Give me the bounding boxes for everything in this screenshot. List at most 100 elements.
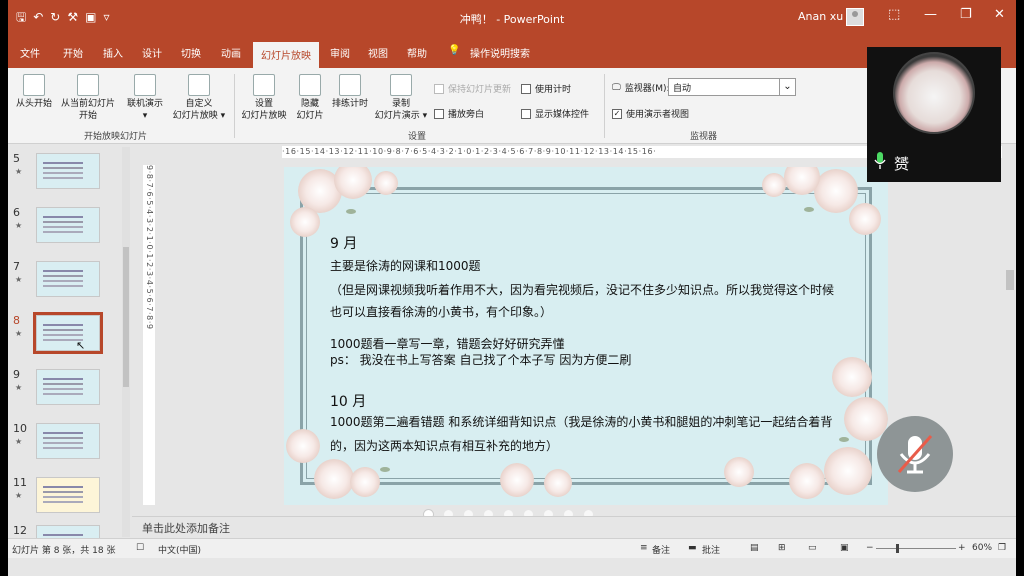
zoom-slider-handle[interactable] <box>896 544 899 553</box>
record-slideshow-button[interactable]: 录制 幻灯片演示 ▾ <box>370 74 432 122</box>
use-timings-checkbox[interactable]: 使用计时 <box>521 82 571 95</box>
animation-star-icon: ★ <box>15 221 23 230</box>
zoom-slider[interactable] <box>876 548 956 549</box>
stopwatch-icon <box>339 74 361 96</box>
slide-editor: ·16·15·14·13·12·11·10·9·8·7·6·5·4·3·2·1·… <box>132 145 1002 519</box>
presenter-view-checkbox[interactable]: ✓ 使用演示者视图 <box>612 107 689 120</box>
title-bar: 🖫 ↶ ↻ ⚒ ▣ ▿ 冲鸭！ - PowerPoint Anan xu ⬚ —… <box>8 0 1016 38</box>
notes-button[interactable]: 备注 <box>652 543 670 556</box>
slide-heading-oct: 10 月 <box>330 394 367 410</box>
keep-updated-checkbox[interactable]: 保持幻灯片更新 <box>434 82 511 95</box>
notes-icon[interactable]: ≡ <box>640 543 648 553</box>
tab-design[interactable]: 设计 <box>142 45 162 60</box>
globe-icon <box>134 74 156 96</box>
monitor-select[interactable]: 自动 ⌄ <box>668 78 796 96</box>
chevron-down-icon[interactable]: ⌄ <box>779 79 795 95</box>
group-label-monitor: 监视器 <box>690 132 718 142</box>
from-beginning-button[interactable]: 从头开始 <box>12 74 56 110</box>
microphone-icon <box>874 152 886 169</box>
tab-transitions[interactable]: 切换 <box>181 45 201 60</box>
normal-view-icon[interactable]: ▤ <box>750 543 759 553</box>
mute-microphone-button[interactable] <box>877 416 953 492</box>
setup-slideshow-button[interactable]: 设置 幻灯片放映 <box>234 74 294 122</box>
slide-thumbnail[interactable] <box>36 207 100 243</box>
tab-review[interactable]: 审阅 <box>330 45 350 60</box>
spellcheck-icon[interactable]: ☐ <box>136 543 144 553</box>
flower-decoration <box>290 207 320 237</box>
minimize-icon[interactable]: — <box>924 7 937 22</box>
slide-thumbnail[interactable] <box>36 369 100 405</box>
flower-decoration <box>286 429 320 463</box>
comments-button[interactable]: 批注 <box>702 543 720 556</box>
window-title: 冲鸭！ - PowerPoint <box>459 13 565 26</box>
thumbnail-item[interactable]: 11 ★ <box>8 471 130 521</box>
comments-icon[interactable]: ▬ <box>688 543 697 553</box>
slideshow-view-icon[interactable]: ▣ <box>840 543 849 553</box>
flower-decoration <box>824 447 872 495</box>
slide-thumbnail[interactable] <box>36 477 100 513</box>
tab-view[interactable]: 视图 <box>368 45 388 60</box>
user-name[interactable]: Anan xu <box>798 10 843 23</box>
thumbnail-item[interactable]: 12 ★ <box>8 519 130 538</box>
close-icon[interactable]: ✕ <box>994 7 1005 22</box>
tab-insert[interactable]: 插入 <box>103 45 123 60</box>
slide-thumbnail[interactable] <box>36 423 100 459</box>
avatar[interactable] <box>846 8 864 26</box>
tab-slideshow[interactable]: 幻灯片放映 <box>253 42 319 68</box>
thumbnail-item-selected[interactable]: 8 ★ ↖ <box>8 309 130 359</box>
tab-file[interactable]: 文件 <box>20 45 40 60</box>
fit-to-window-icon[interactable]: ❐ <box>998 543 1006 553</box>
thumbnail-item[interactable]: 9 ★ <box>8 363 130 413</box>
slide-sorter-icon[interactable]: ⊞ <box>778 543 786 553</box>
ribbon-display-icon[interactable]: ⬚ <box>888 7 900 22</box>
tab-help[interactable]: 帮助 <box>407 45 427 60</box>
play-narration-checkbox[interactable]: 播放旁白 <box>434 107 484 120</box>
leaf-decoration <box>804 207 814 212</box>
slide-text-line: 的，因为这两本知识点有相互补充的地方） <box>330 439 559 453</box>
slide-text-line: 也可以直接看徐涛的小黄书，有个印象。） <box>330 305 553 319</box>
thumbnail-item[interactable]: 7 ★ <box>8 255 130 305</box>
tell-me-search[interactable]: 操作说明搜索 <box>470 45 530 60</box>
microphone-muted-icon <box>897 435 933 474</box>
reading-view-icon[interactable]: ▭ <box>808 543 817 553</box>
flower-decoration <box>814 169 858 213</box>
zoom-out-icon[interactable]: − <box>866 543 874 553</box>
zoom-in-icon[interactable]: + <box>958 543 966 553</box>
slide-thumbnail[interactable] <box>33 312 103 354</box>
flower-decoration <box>849 203 881 235</box>
thumbnail-item[interactable]: 5 ★ <box>8 147 130 197</box>
monitor-label: 🖵 监视器(M): <box>612 82 670 95</box>
thumbnail-item[interactable]: 10 ★ <box>8 417 130 467</box>
animation-star-icon: ★ <box>15 383 23 392</box>
flower-decoration <box>544 469 572 497</box>
divider <box>604 74 605 138</box>
from-current-button[interactable]: 从当前幻灯片 开始 <box>54 74 122 122</box>
rehearse-timings-button[interactable]: 排练计时 <box>324 74 376 110</box>
custom-slideshow-button[interactable]: 自定义 幻灯片放映 ▾ <box>168 74 230 122</box>
present-online-button[interactable]: 联机演示 ▾ <box>120 74 170 122</box>
editor-scrollbar[interactable] <box>1004 145 1016 515</box>
tab-animations[interactable]: 动画 <box>221 45 241 60</box>
slide-thumbnail[interactable] <box>36 153 100 189</box>
restore-icon[interactable]: ❐ <box>960 7 972 22</box>
slide-heading-sept: 9 月 <box>330 236 358 252</box>
tab-home[interactable]: 开始 <box>63 45 83 60</box>
flower-decoration <box>832 357 872 397</box>
slide-canvas[interactable]: 9 月 主要是徐涛的网课和1000题 （但是网课视频我听着作用不大，因为看完视频… <box>284 167 888 505</box>
video-call-tile[interactable]: 赟 <box>867 47 1001 182</box>
thumbnails-scrollbar[interactable] <box>122 147 130 537</box>
ribbon-tabs: 文件 开始 插入 设计 切换 动画 幻灯片放映 审阅 视图 帮助 💡 操作说明搜… <box>8 38 1016 68</box>
leaf-decoration <box>380 467 390 472</box>
slide-thumbnail[interactable] <box>36 261 100 297</box>
flower-decoration <box>374 171 398 195</box>
zoom-level[interactable]: 60% <box>972 543 992 553</box>
slide-text-line: ps： 我没在书上写答案 自己找了个本子写 因为方便二刷 <box>330 353 632 367</box>
custom-show-icon <box>188 74 210 96</box>
show-media-controls-checkbox[interactable]: 显示媒体控件 <box>521 107 589 120</box>
slideshow-current-icon <box>77 74 99 96</box>
language-indicator[interactable]: 中文(中国) <box>158 543 201 556</box>
thumbnail-item[interactable]: 6 ★ <box>8 201 130 251</box>
group-label-start: 开始放映幻灯片 <box>84 132 148 142</box>
notes-pane[interactable]: 单击此处添加备注 <box>132 516 1016 538</box>
slide-thumbnail[interactable] <box>36 525 100 538</box>
